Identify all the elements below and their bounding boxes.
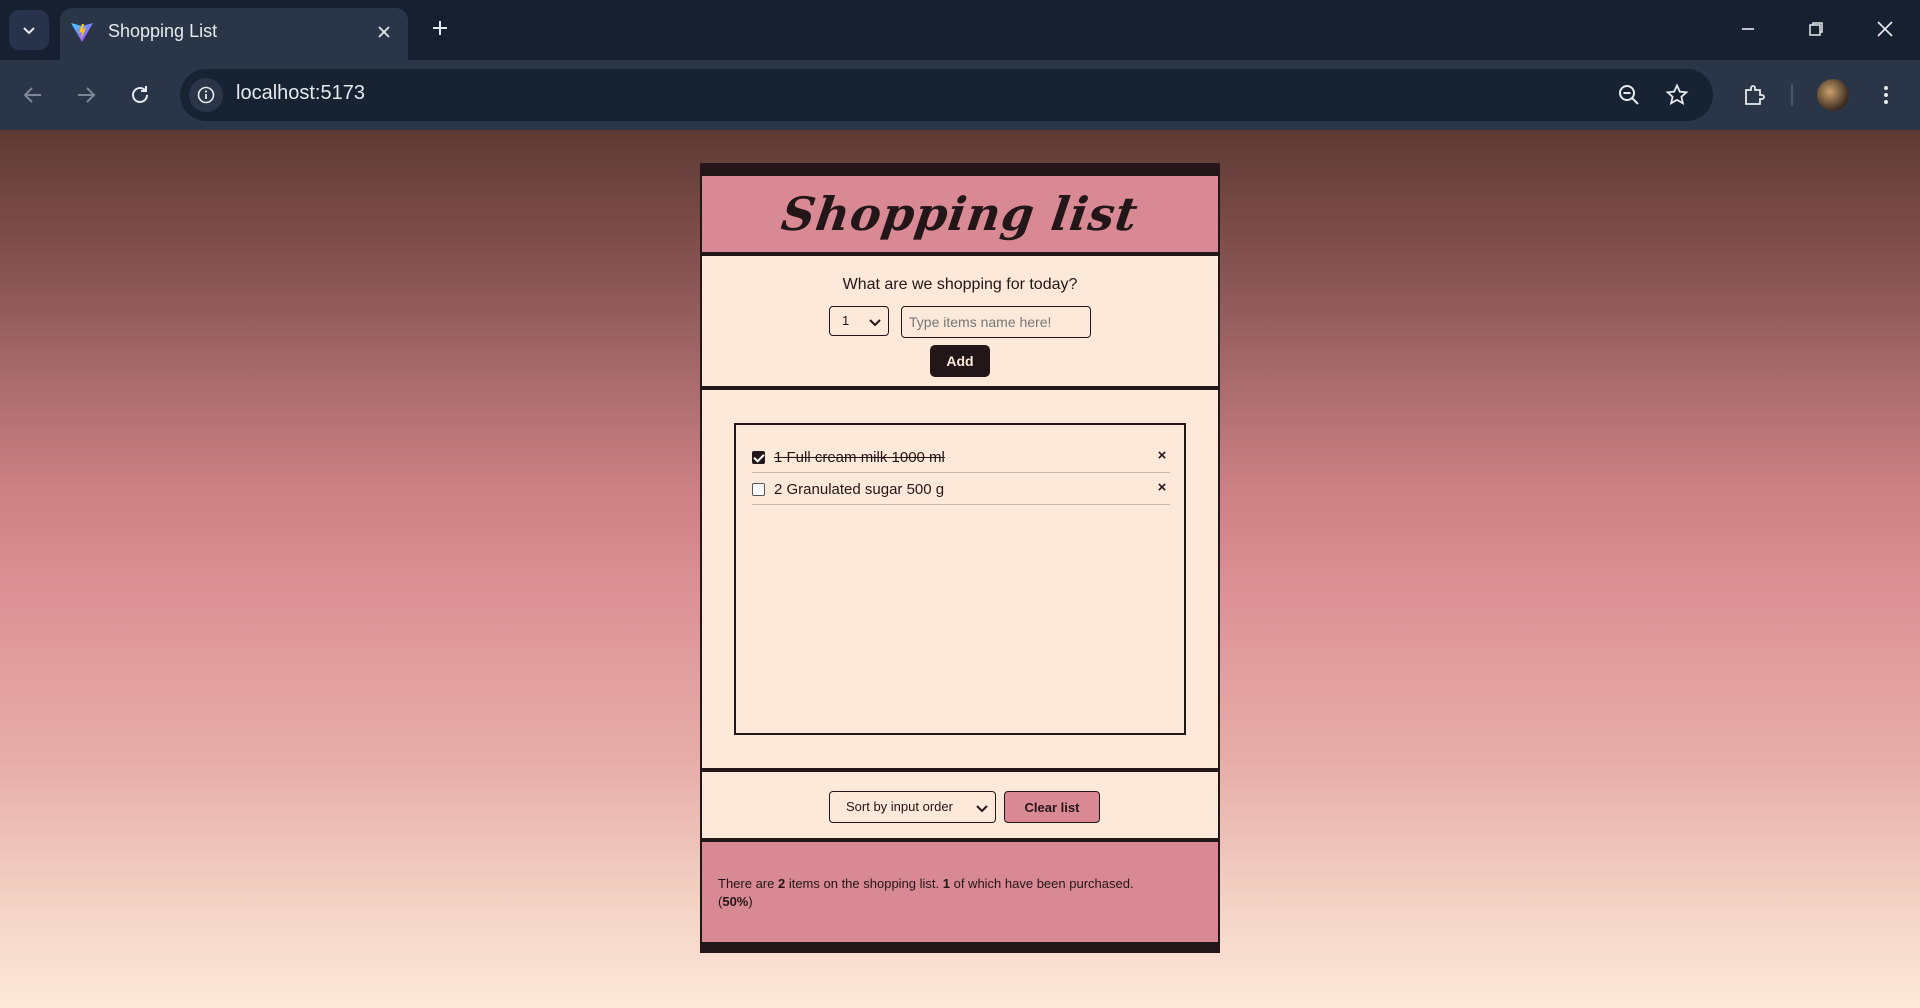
restore-button[interactable] [1793,8,1839,50]
puzzle-icon [1745,85,1765,105]
info-icon [197,86,215,104]
quantity-select[interactable]: 1 [829,306,889,336]
reload-icon [132,86,148,103]
close-icon [1877,21,1893,37]
vite-logo-icon [71,23,93,42]
profile-avatar[interactable] [1817,79,1849,111]
close-tab-button[interactable] [372,20,396,44]
shopping-list: 1 Full cream milk 1000 ml × 2 Granulated… [734,423,1186,735]
minimize-button[interactable] [1725,8,1771,50]
page-title: Shopping list [778,187,1142,241]
quantity-value: 1 [842,313,850,328]
more-vertical-icon [1884,86,1888,104]
item-checkbox[interactable] [752,451,765,464]
item-label: 1 Full cream milk 1000 ml [774,449,945,466]
bookmark-button[interactable] [1662,80,1692,110]
page-viewport: Shopping list What are we shopping for t… [0,130,1920,1008]
shopping-list-app: Shopping list What are we shopping for t… [700,163,1220,953]
star-icon [1665,83,1689,106]
app-header: Shopping list [702,176,1218,254]
zoom-out-icon [1619,85,1639,105]
item-label: 2 Granulated sugar 500 g [774,481,945,498]
address-bar[interactable]: localhost:5173 [180,69,1713,121]
minimize-icon [1742,28,1754,30]
close-icon [378,26,390,38]
tab-strip: Shopping List [0,0,1920,60]
browser-menu-button[interactable] [1869,78,1903,112]
chevron-down-icon [869,319,881,327]
stats-footer: There are 2 items on the shopping list. … [702,842,1218,942]
add-item-form: What are we shopping for today? 1 Add [702,256,1218,388]
list-item: 1 Full cream milk 1000 ml × [752,441,1170,473]
zoom-button[interactable] [1614,80,1644,110]
close-window-button[interactable] [1862,8,1908,50]
sort-select[interactable]: Sort by input order [829,791,996,823]
stats-text: There are 2 items on the shopping list. … [718,875,1208,911]
stats-purchased-count: 1 [942,876,950,891]
list-actions: Sort by input order Clear list [702,772,1218,838]
remove-item-button[interactable]: × [1154,447,1170,464]
tab-search-button[interactable] [9,10,49,50]
forward-button[interactable] [66,75,106,115]
toolbar-divider [1791,84,1793,106]
site-info-button[interactable] [189,78,223,112]
back-button[interactable] [13,75,53,115]
sort-value: Sort by input order [846,799,953,814]
plus-icon [433,21,447,35]
list-item: 2 Granulated sugar 500 g × [752,473,1170,505]
active-tab[interactable]: Shopping List [60,8,408,60]
item-name-input[interactable] [901,306,1091,338]
arrow-left-icon [23,87,41,103]
list-section: 1 Full cream milk 1000 ml × 2 Granulated… [702,390,1218,770]
chevron-down-icon [976,805,988,813]
extensions-button[interactable] [1737,78,1771,112]
arrow-right-icon [78,87,96,103]
clear-list-button[interactable]: Clear list [1004,791,1100,823]
stats-post: of which have been purchased. [949,876,1134,891]
stats-paren-close: ) [748,894,753,909]
stats-mid: items on the shopping list. [785,876,943,891]
browser-toolbar: localhost:5173 [0,60,1920,130]
restore-icon [1809,22,1823,36]
url-text: localhost:5173 [236,82,365,104]
stats-pre: There are [718,876,778,891]
stats-percent: 50% [722,894,749,909]
item-checkbox[interactable] [752,483,765,496]
remove-item-button[interactable]: × [1154,479,1170,496]
add-button[interactable]: Add [930,345,990,377]
chevron-down-icon [23,27,35,35]
new-tab-button[interactable] [422,10,458,46]
tab-title: Shopping List [108,21,218,41]
reload-button[interactable] [120,75,160,115]
add-item-prompt: What are we shopping for today? [842,276,1078,293]
